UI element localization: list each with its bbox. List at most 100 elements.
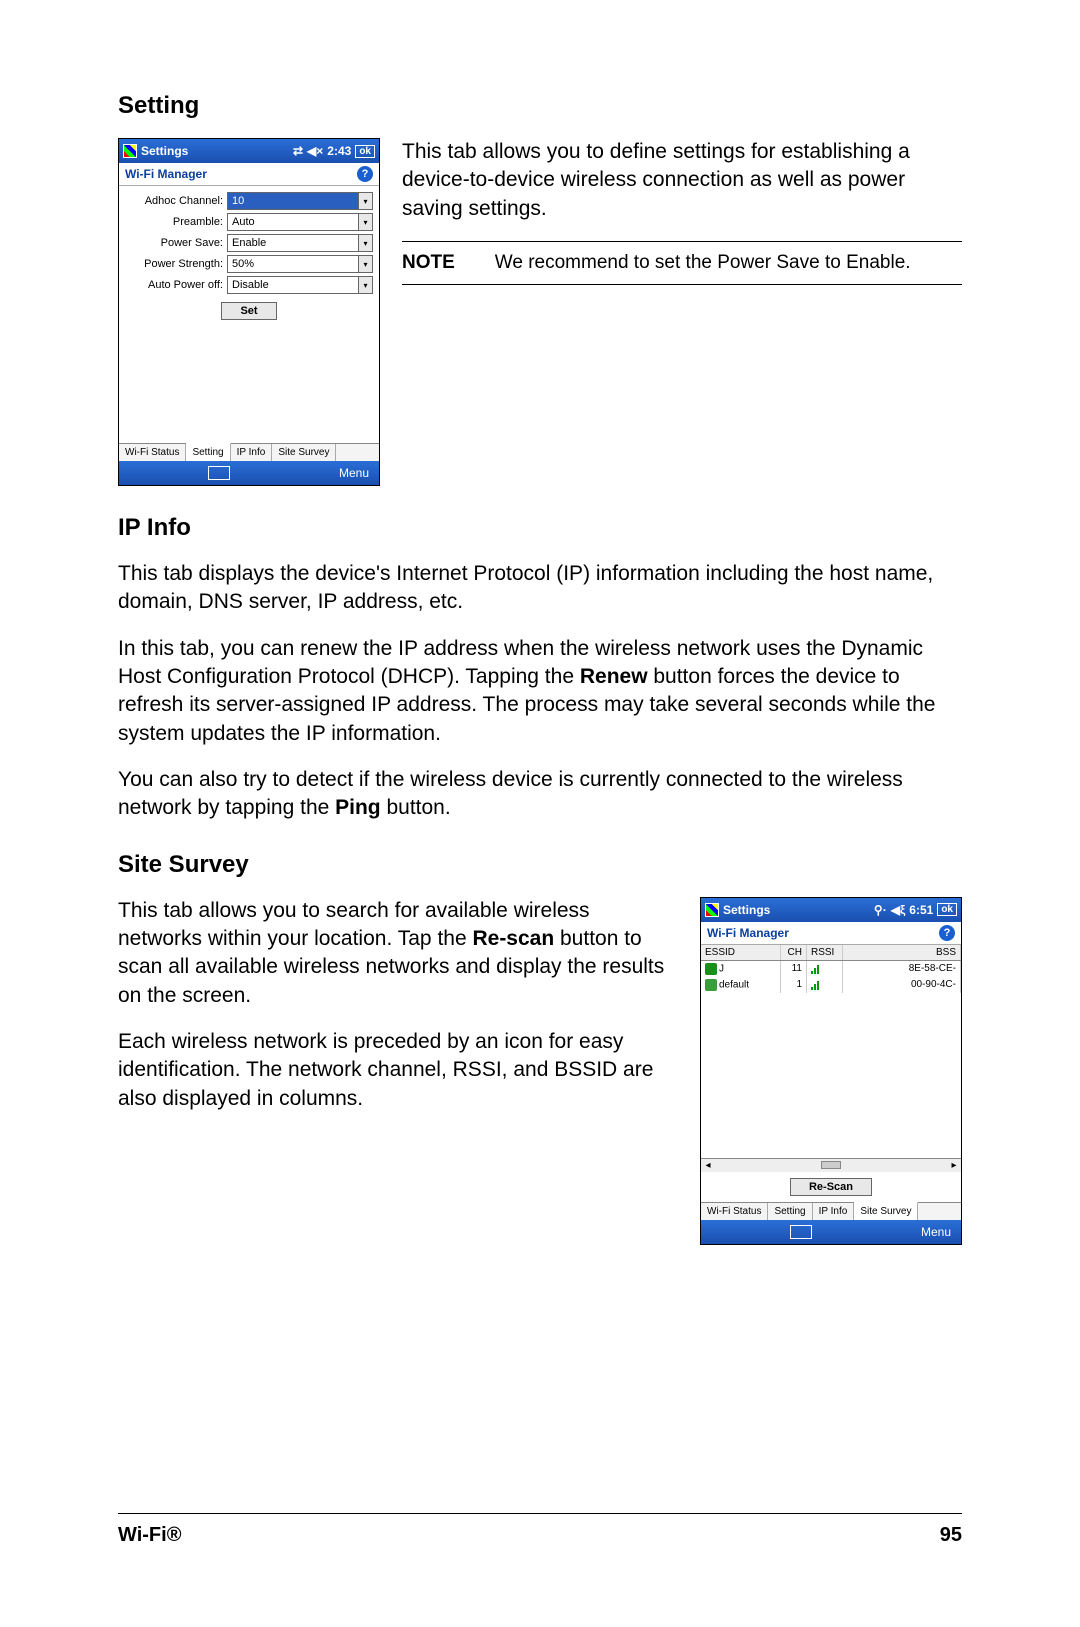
rescan-bold: Re-scan	[472, 927, 554, 950]
app-subtitle: Wi-Fi Manager	[707, 926, 789, 940]
tab-setting[interactable]: Setting	[186, 443, 230, 461]
titlebar: Settings ⇄ ◀× 2:43 ok	[119, 139, 379, 163]
chevron-down-icon[interactable]: ▾	[358, 235, 372, 251]
horizontal-scrollbar[interactable]: ◂ ▸	[701, 1158, 961, 1172]
essid-value: J	[719, 963, 724, 974]
combo-preamble[interactable]: Auto ▾	[227, 213, 373, 231]
heading-ipinfo: IP Info	[118, 514, 962, 542]
subtitle-bar: Wi-Fi Manager ?	[119, 163, 379, 186]
label-autopoweroff: Auto Power off:	[125, 279, 227, 291]
ipinfo-para1: This tab displays the device's Internet …	[118, 560, 962, 617]
renew-bold: Renew	[580, 665, 648, 688]
keyboard-icon[interactable]	[790, 1225, 812, 1239]
tabs: Wi-Fi Status Setting IP Info Site Survey	[119, 443, 379, 461]
network-list: ESSID CH RSSI BSS J 11 8E-58-CE- default…	[701, 945, 961, 1158]
tab-site-survey[interactable]: Site Survey	[854, 1202, 918, 1220]
chevron-down-icon[interactable]: ▾	[358, 277, 372, 293]
heading-setting: Setting	[118, 92, 962, 120]
volume-icon: ◀ξ	[891, 903, 906, 917]
ok-button[interactable]: ok	[355, 145, 375, 158]
text: You can also try to detect if the wirele…	[118, 768, 903, 819]
tab-wifi-status[interactable]: Wi-Fi Status	[119, 444, 186, 461]
col-ch[interactable]: CH	[781, 945, 807, 960]
label-preamble: Preamble:	[125, 216, 227, 228]
ping-bold: Ping	[335, 796, 381, 819]
chevron-down-icon[interactable]: ▾	[358, 214, 372, 230]
chevron-down-icon[interactable]: ▾	[358, 193, 372, 209]
combo-preamble-value: Auto	[232, 216, 255, 228]
keyboard-icon[interactable]	[208, 466, 230, 480]
ok-button[interactable]: ok	[937, 903, 957, 916]
ipinfo-para3: You can also try to detect if the wirele…	[118, 766, 962, 823]
col-bss[interactable]: BSS	[843, 945, 961, 960]
tab-setting[interactable]: Setting	[768, 1203, 812, 1220]
combo-powerstrength-value: 50%	[232, 258, 254, 270]
ch-value: 11	[781, 961, 807, 977]
tab-ip-info[interactable]: IP Info	[813, 1203, 855, 1220]
sitesurvey-para1: This tab allows you to search for availa…	[118, 897, 678, 1010]
signal-icon: ⚲·	[874, 903, 887, 917]
screenshot-sitesurvey: Settings ⚲· ◀ξ 6:51 ok Wi-Fi Manager ? E…	[700, 897, 962, 1245]
col-rssi[interactable]: RSSI	[807, 945, 843, 960]
note-block: NOTE We recommend to set the Power Save …	[402, 241, 962, 285]
app-subtitle: Wi-Fi Manager	[125, 167, 207, 181]
menu-button[interactable]: Menu	[921, 1225, 951, 1239]
list-item[interactable]: default 1 00-90-4C-	[701, 977, 961, 993]
set-button[interactable]: Set	[221, 302, 276, 320]
menu-button[interactable]: Menu	[339, 466, 369, 480]
volume-icon: ◀×	[307, 144, 323, 158]
combo-adhoc[interactable]: 10 ▾	[227, 192, 373, 210]
scroll-right-icon[interactable]: ▸	[949, 1160, 959, 1171]
ch-value: 1	[781, 977, 807, 993]
combo-powersave-value: Enable	[232, 237, 266, 249]
signal-icon: ⇄	[293, 144, 303, 158]
tab-site-survey[interactable]: Site Survey	[272, 444, 336, 461]
heading-sitesurvey: Site Survey	[118, 851, 962, 879]
label-powersave: Power Save:	[125, 237, 227, 249]
signal-bars-icon	[811, 979, 823, 989]
text: button.	[381, 796, 451, 819]
combo-powerstrength[interactable]: 50% ▾	[227, 255, 373, 273]
clock: 2:43	[327, 144, 351, 158]
combo-powersave[interactable]: Enable ▾	[227, 234, 373, 252]
window-title: Settings	[141, 144, 188, 158]
note-text: We recommend to set the Power Save to En…	[495, 252, 911, 274]
network-icon	[705, 963, 717, 975]
tab-wifi-status[interactable]: Wi-Fi Status	[701, 1203, 768, 1220]
chevron-down-icon[interactable]: ▾	[358, 256, 372, 272]
sitesurvey-para2: Each wireless network is preceded by an …	[118, 1028, 678, 1113]
combo-autopoweroff-value: Disable	[232, 279, 269, 291]
col-essid[interactable]: ESSID	[701, 945, 781, 960]
combo-autopoweroff[interactable]: Disable ▾	[227, 276, 373, 294]
list-header: ESSID CH RSSI BSS	[701, 945, 961, 961]
label-adhoc: Adhoc Channel:	[125, 195, 227, 207]
screenshot-setting: Settings ⇄ ◀× 2:43 ok Wi-Fi Manager ? Ad…	[118, 138, 380, 486]
network-icon	[705, 979, 717, 991]
bottombar: Menu	[119, 461, 379, 485]
bss-value: 00-90-4C-	[843, 977, 961, 993]
bottombar: Menu	[701, 1220, 961, 1244]
scroll-thumb[interactable]	[821, 1161, 841, 1169]
start-icon	[705, 903, 719, 917]
page-footer: Wi-Fi® 95	[118, 1513, 962, 1547]
start-icon	[123, 144, 137, 158]
footer-page-number: 95	[940, 1524, 962, 1547]
essid-value: default	[719, 979, 749, 990]
label-powerstrength: Power Strength:	[125, 258, 227, 270]
help-icon[interactable]: ?	[357, 166, 373, 182]
clock: 6:51	[909, 903, 933, 917]
signal-bars-icon	[811, 963, 823, 973]
ipinfo-para2: In this tab, you can renew the IP addres…	[118, 635, 962, 748]
rescan-button[interactable]: Re-Scan	[790, 1178, 872, 1196]
help-icon[interactable]: ?	[939, 925, 955, 941]
window-title: Settings	[723, 903, 770, 917]
list-item[interactable]: J 11 8E-58-CE-	[701, 961, 961, 977]
scroll-left-icon[interactable]: ◂	[703, 1160, 713, 1171]
tab-ip-info[interactable]: IP Info	[231, 444, 273, 461]
titlebar: Settings ⚲· ◀ξ 6:51 ok	[701, 898, 961, 922]
note-label: NOTE	[402, 252, 455, 274]
subtitle-bar: Wi-Fi Manager ?	[701, 922, 961, 945]
tabs: Wi-Fi Status Setting IP Info Site Survey	[701, 1202, 961, 1220]
combo-adhoc-value: 10	[232, 195, 244, 207]
bss-value: 8E-58-CE-	[843, 961, 961, 977]
